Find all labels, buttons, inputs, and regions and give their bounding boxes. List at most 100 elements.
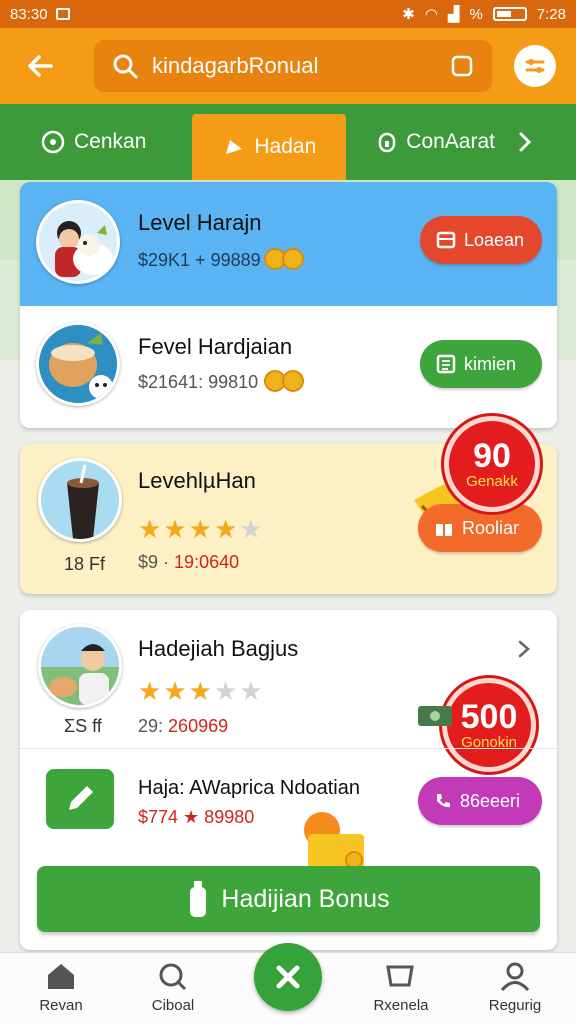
tab-hadan[interactable]: Hadan — [192, 114, 347, 180]
menu-icon — [525, 59, 545, 73]
offer-card[interactable]: 18 Ff LevehlµHan ★ ★ ★ ★ ★ $9 · 19:0640 Rool… — [20, 416, 557, 594]
tab-label: Cenkan — [74, 130, 147, 153]
star-icon: ★ — [239, 514, 263, 544]
bell-icon — [226, 140, 243, 154]
offer-action-button[interactable]: Rooliar — [418, 504, 542, 552]
search-icon — [113, 54, 138, 79]
lock-icon — [379, 132, 396, 153]
price-prefix: $9 · — [138, 552, 170, 572]
search-icon — [159, 963, 187, 991]
status-bar: 83:30 ✱ ◠ ▟ % 7:28 — [0, 0, 576, 28]
offer-subtitle: $21641: 99810 — [138, 372, 259, 392]
pencil-icon — [69, 786, 93, 810]
avatar — [36, 322, 120, 406]
nav-item-rxenela[interactable]: Rxenela — [356, 961, 446, 1014]
phone-icon — [437, 794, 450, 808]
offer-subtitle: 29: 260969 — [138, 716, 228, 737]
rating-stars: ★ ★ ★ ★ ★ — [138, 516, 263, 542]
scan-icon[interactable] — [450, 54, 474, 78]
offer-title: Fevel Hardjaian — [138, 334, 293, 359]
button-label: Rooliar — [462, 517, 520, 538]
profile-icon — [500, 962, 530, 991]
person-avatar-image — [41, 627, 119, 705]
price-value: 260969 — [168, 716, 229, 736]
coins-icon — [264, 370, 304, 392]
price-prefix: 29: — [138, 716, 164, 736]
tab-label: ConAarat — [406, 130, 495, 153]
edit-button[interactable] — [46, 769, 114, 829]
offer-subtitle: $9 · 19:0640 — [138, 552, 239, 573]
badge-number: 500 — [460, 697, 518, 736]
item-caption: ΣS ff — [64, 716, 102, 736]
wifi-icon: ◠ — [424, 6, 438, 23]
star-icon: ★ — [213, 676, 238, 706]
price-value: 19:0640 — [174, 552, 240, 572]
bottom-navigation: Revan Ciboal Rxenela Regurig — [0, 943, 576, 1024]
tab-bar: Cenkan Hadan ConAarat — [0, 104, 576, 180]
nav-label: Regurig — [488, 997, 542, 1014]
offer-card-group: Level Harajn $29K1 + 99889 Loaean Fevel … — [20, 182, 557, 428]
nav-item-revan[interactable]: Revan — [16, 961, 106, 1014]
search-bar[interactable]: kindagarbRonual — [94, 40, 492, 92]
star-icon: ★ — [138, 676, 162, 706]
app-bar: kindagarbRonual — [0, 28, 576, 104]
search-input[interactable]: kindagarbRonual — [152, 53, 450, 79]
close-icon — [276, 965, 300, 989]
offer-action-button[interactable]: Loaean — [420, 216, 542, 264]
offer-action-button[interactable]: kimien — [420, 340, 542, 388]
chat-icon — [41, 130, 65, 154]
badge-number: 90 — [473, 436, 511, 475]
cash-icon — [418, 706, 452, 726]
button-label: Loaean — [464, 229, 525, 250]
discount-badge: 90 Genakk — [444, 416, 540, 512]
bonus-label: Hadijian Bonus — [221, 884, 390, 913]
chevron-right-icon[interactable] — [516, 638, 534, 660]
avatar — [36, 200, 120, 284]
status-time-right: 7:28 — [536, 5, 566, 23]
avatar — [38, 458, 122, 542]
star-icon: ★ — [188, 676, 212, 706]
cart-icon — [386, 965, 414, 987]
star-icon: ★ — [239, 676, 263, 706]
offer-subtitle: $774 ★ 89980 — [138, 807, 255, 827]
rating-stars: ★ ★ ★ ★ ★ — [138, 678, 263, 704]
star-icon: ★ — [213, 514, 238, 544]
item-caption: 18 Ff — [64, 554, 106, 574]
offer-action-button[interactable]: 86eeeri — [418, 777, 542, 825]
bonus-button[interactable]: Hadijian Bonus — [37, 866, 540, 932]
offer-title: Hadejiah Bagjus — [138, 636, 299, 661]
button-label: kimien — [464, 353, 517, 374]
tab-cenkan[interactable]: Cenkan — [40, 104, 146, 180]
signal-icon: ▟ — [447, 6, 460, 23]
offer-row[interactable]: Level Harajn $29K1 + 99889 Loaean — [20, 182, 557, 306]
close-button[interactable] — [254, 943, 322, 1011]
battery-icon — [492, 7, 527, 21]
offer-title: Haja: AWaprica Ndoatian — [138, 777, 360, 799]
chevron-right-icon[interactable] — [517, 130, 533, 154]
tab-label: Hadan — [254, 135, 317, 158]
nav-label: Revan — [39, 997, 83, 1014]
nav-item-ciboal[interactable]: Ciboal — [128, 961, 218, 1014]
offer-subtitle: $29K1 + 99889 — [138, 250, 261, 270]
nav-label: Rxenela — [373, 997, 429, 1014]
badge-label: Genakk — [466, 472, 518, 490]
offer-title: LevehlµHan — [138, 468, 256, 493]
offer-row[interactable]: Fevel Hardjaian $21641: 99810 kimien — [20, 306, 557, 428]
bottle-icon — [190, 881, 207, 917]
nav-item-regurig[interactable]: Regurig — [470, 961, 560, 1014]
home-icon — [48, 964, 74, 989]
nav-label: Ciboal — [151, 997, 195, 1014]
star-icon: ★ — [163, 514, 187, 544]
tab-conaarat[interactable]: ConAarat — [376, 104, 533, 180]
notification-icon — [55, 8, 70, 20]
back-button[interactable] — [16, 42, 64, 90]
drink-avatar-image — [67, 464, 99, 539]
wallet-icon — [436, 231, 456, 249]
battery-percent: % — [469, 5, 483, 23]
offer-title: Level Harajn — [138, 210, 262, 235]
menu-button[interactable] — [514, 45, 556, 87]
dog-avatar-image — [55, 221, 113, 277]
back-arrow-icon — [28, 55, 53, 77]
avatar — [38, 624, 122, 708]
star-icon: ★ — [163, 676, 187, 706]
